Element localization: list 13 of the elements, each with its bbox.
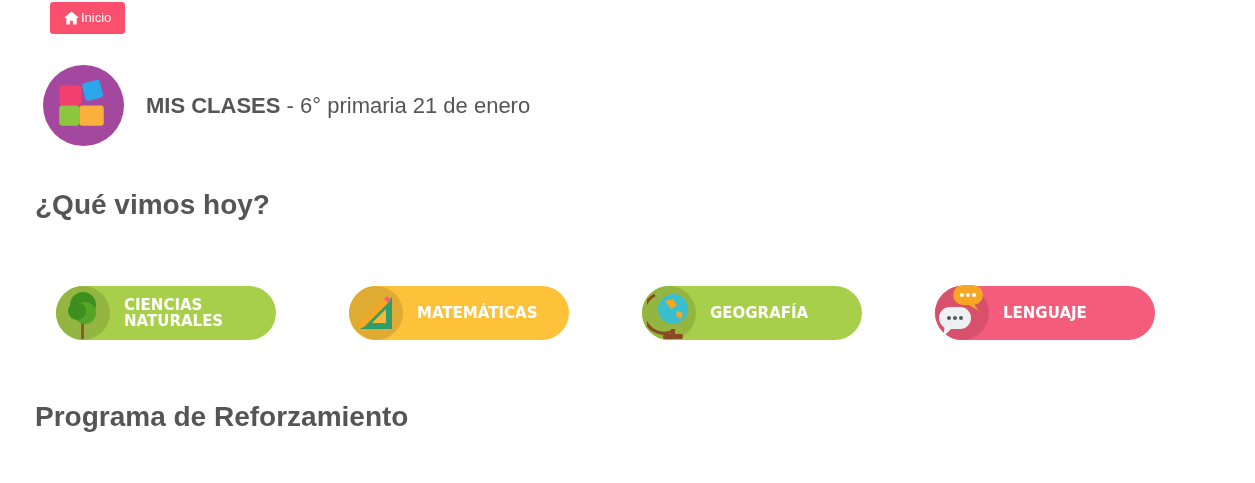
subject-button[interactable]: MATEMÁTICAS bbox=[349, 286, 569, 340]
page-title: MIS CLASES - 6° primaria 21 de enero bbox=[146, 92, 531, 120]
subject-button[interactable]: GEOGRAFÍA bbox=[642, 286, 862, 340]
subject-button[interactable]: CIENCIAS NATURALES bbox=[56, 286, 276, 340]
subject-label: MATEMÁTICAS bbox=[417, 305, 539, 321]
subject-label: CIENCIAS NATURALES bbox=[124, 297, 225, 329]
subject-button[interactable]: LENGUAJE bbox=[935, 286, 1155, 340]
home-button[interactable]: Inicio bbox=[50, 2, 126, 34]
subject-label: LENGUAJE bbox=[1003, 305, 1088, 321]
home-icon bbox=[64, 11, 79, 25]
section-heading: Programa de Reforzamiento bbox=[34, 400, 410, 434]
subject-label: GEOGRAFÍA bbox=[710, 305, 810, 321]
section-heading: ¿Qué vimos hoy? bbox=[34, 188, 271, 222]
